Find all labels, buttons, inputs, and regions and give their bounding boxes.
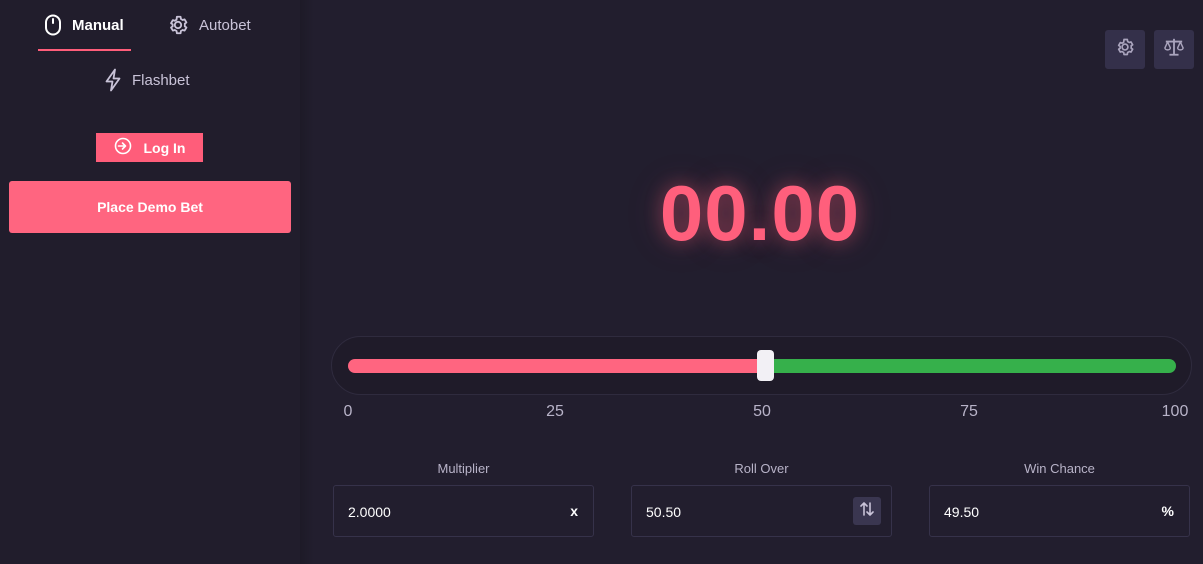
roll-over-field <box>631 485 892 538</box>
win-chance-suffix: % <box>1161 503 1174 519</box>
slider-tick: 50 <box>753 403 771 420</box>
sidebar-divider <box>300 0 314 564</box>
win-chance-input[interactable] <box>942 486 1126 538</box>
gear-icon <box>167 14 189 36</box>
tab-flashbet-label: Flashbet <box>132 71 190 89</box>
active-tab-indicator <box>38 49 131 51</box>
slider-tick: 75 <box>960 403 978 420</box>
multiplier-input[interactable] <box>346 486 530 538</box>
tab-manual[interactable]: Manual <box>44 14 124 36</box>
tab-manual-label: Manual <box>72 16 124 34</box>
slider-tick: 0 <box>343 403 353 420</box>
slider-tick: 100 <box>1161 403 1189 420</box>
fairness-button[interactable] <box>1154 30 1194 69</box>
login-button[interactable]: Log In <box>96 133 203 162</box>
roll-over-input[interactable] <box>644 486 828 538</box>
gear-icon <box>1115 37 1135 62</box>
slider-lose-track[interactable] <box>348 359 766 373</box>
login-icon <box>114 137 132 158</box>
slider-tick: 25 <box>546 403 564 420</box>
multiplier-label: Multiplier <box>437 461 490 476</box>
roll-result: 00.00 <box>659 169 861 257</box>
game-settings-button[interactable] <box>1105 30 1145 69</box>
roll-over-label: Roll Over <box>734 461 789 476</box>
multiplier-field: x <box>333 485 594 538</box>
tab-autobet[interactable]: Autobet <box>167 14 251 36</box>
swap-direction-button[interactable] <box>853 497 881 525</box>
place-bet-label: Place Demo Bet <box>97 199 203 215</box>
mouse-icon <box>44 14 62 36</box>
tab-autobet-label: Autobet <box>199 16 251 34</box>
multiplier-suffix: x <box>570 503 578 519</box>
login-label: Log In <box>143 139 186 156</box>
tab-flashbet[interactable]: Flashbet <box>104 68 190 92</box>
win-chance-field: % <box>929 485 1190 538</box>
slider-handle[interactable] <box>757 350 774 381</box>
swap-arrows-icon <box>859 501 875 522</box>
place-bet-button[interactable]: Place Demo Bet <box>9 181 291 233</box>
slider-win-track[interactable] <box>766 359 1176 373</box>
lightning-icon <box>104 68 122 92</box>
scale-icon <box>1163 37 1185 62</box>
win-chance-label: Win Chance <box>1024 461 1095 476</box>
